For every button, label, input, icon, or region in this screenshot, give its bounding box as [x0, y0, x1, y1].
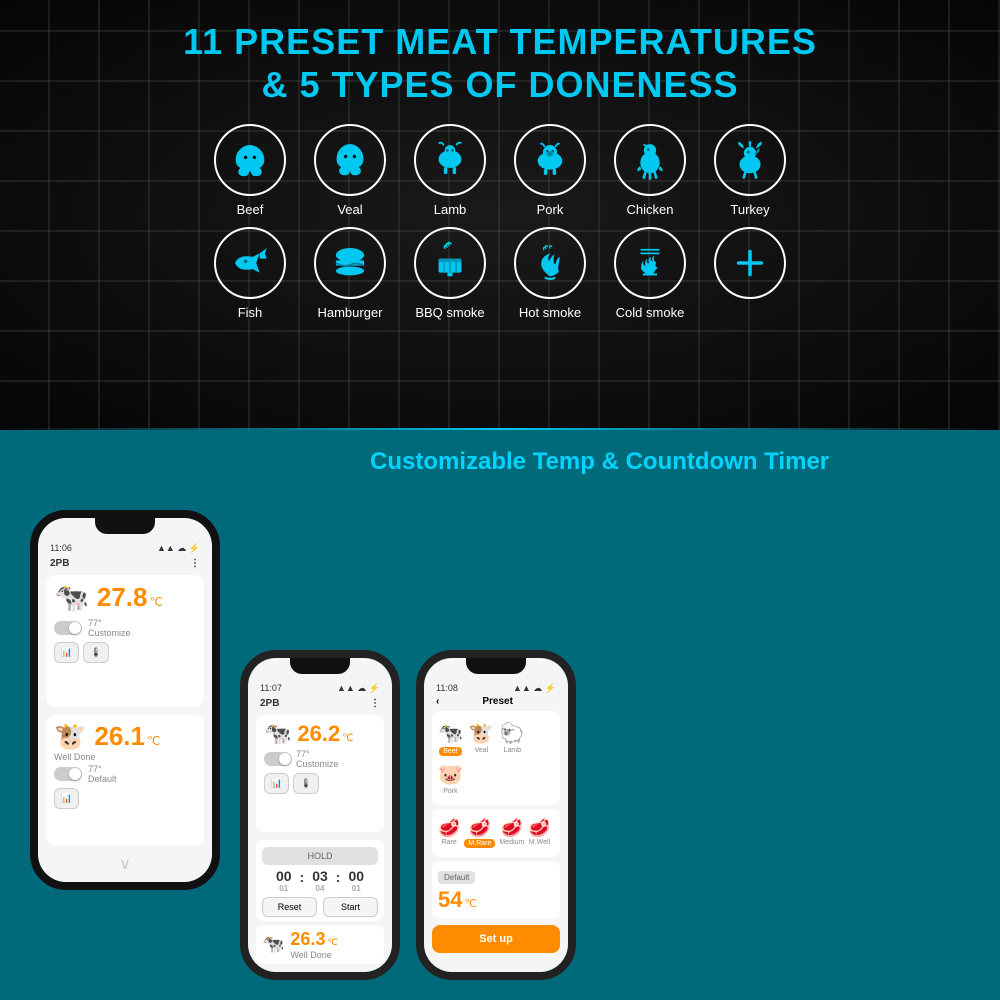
- preset-default: Default 54 ℃: [432, 861, 560, 919]
- phone2-toggle[interactable]: [264, 752, 292, 766]
- phone-2-probe-2: 🐄 26.3 ℃ Well Done: [256, 925, 384, 964]
- phone-1-header: 2PB ⋮: [46, 556, 204, 571]
- hamburger-icon: [328, 241, 372, 285]
- hot-smoke-label: Hot smoke: [519, 305, 581, 320]
- icon-hot-smoke: Hot smoke: [514, 227, 586, 320]
- veal-icon: [328, 138, 372, 182]
- icon-veal: Veal: [314, 124, 386, 217]
- preset-doneness: 🥩 Rare 🥩 M.Rare 🥩 Medium: [432, 809, 560, 857]
- hamburger-label: Hamburger: [317, 305, 382, 320]
- setup-btn[interactable]: Set up: [432, 925, 560, 953]
- phone-3: 11:08 ▲▲ ☁ ⚡ ‹ Preset 🐄 Beef: [416, 650, 576, 980]
- phone-2: 11:07 ▲▲ ☁ ⚡ 2PB ⋮ 🐄 26.2 ℃: [240, 650, 400, 980]
- pork-icon: [528, 138, 572, 182]
- probe-2-chart-btn[interactable]: 📊: [54, 788, 79, 809]
- preset-animals: 🐄 Beef 🐮 Veal 🐑 Lamb: [432, 711, 560, 805]
- pork-label: Pork: [537, 202, 564, 217]
- phone-1-btn-row: 📊 🌡: [54, 642, 196, 663]
- main-title: 11 PRESET MEAT TEMPERATURES & 5 TYPES OF…: [183, 20, 817, 106]
- phone-2-timer: HOLD 00 01 : 03 04 :: [256, 840, 384, 921]
- fish-icon: [228, 241, 272, 285]
- preset-header: ‹ Preset: [432, 696, 560, 707]
- veal-label: Veal: [337, 202, 362, 217]
- doneness-medium[interactable]: 🥩 Medium: [499, 818, 524, 848]
- probe-1-toggle[interactable]: [54, 621, 82, 635]
- preset-lamb[interactable]: 🐑 Lamb: [500, 721, 525, 756]
- custom-label: +: [746, 305, 754, 320]
- preset-veal[interactable]: 🐮 Veal: [469, 721, 494, 756]
- icon-custom: +: [714, 227, 786, 320]
- phone-1-status: 11:06 ▲▲ ☁ ⚡: [46, 540, 204, 556]
- fish-label: Fish: [238, 305, 263, 320]
- beef-icon: [228, 138, 272, 182]
- top-section: 11 PRESET MEAT TEMPERATURES & 5 TYPES OF…: [0, 0, 1000, 430]
- preset-pork[interactable]: 🐷 Pork: [438, 762, 463, 795]
- phone-2-screen: 11:07 ▲▲ ☁ ⚡ 2PB ⋮ 🐄 26.2 ℃: [248, 658, 392, 972]
- icon-lamb: Lamb: [414, 124, 486, 217]
- icon-bbq: BBQ smoke: [414, 227, 486, 320]
- doneness-mwell[interactable]: 🥩 M.Well: [528, 818, 550, 848]
- preset-beef[interactable]: 🐄 Beef: [438, 721, 463, 756]
- phone-2-notch: [290, 658, 350, 674]
- phone2-chart-btn[interactable]: 📊: [264, 773, 289, 794]
- probe-2-toggle[interactable]: [54, 767, 82, 781]
- phone2-temp-btn[interactable]: 🌡: [293, 773, 318, 794]
- icon-turkey: Turkey: [714, 124, 786, 217]
- cold-smoke-label: Cold smoke: [616, 305, 685, 320]
- icon-hamburger: Hamburger: [314, 227, 386, 320]
- start-btn[interactable]: Start: [323, 897, 378, 917]
- phone-1-screen: 11:06 ▲▲ ☁ ⚡ 2PB ⋮ 🐄 27.8 ℃: [38, 518, 212, 882]
- reset-btn[interactable]: Reset: [262, 897, 317, 917]
- phone-3-notch: [466, 658, 526, 674]
- icon-cold-smoke: Cold smoke: [614, 227, 686, 320]
- icons-row-1: Beef Veal: [214, 124, 786, 217]
- turkey-label: Turkey: [730, 202, 769, 217]
- scroll-indicator: ∨: [46, 854, 204, 874]
- chicken-label: Chicken: [627, 202, 674, 217]
- lamb-icon: [428, 138, 472, 182]
- doneness-mrare[interactable]: 🥩 M.Rare: [464, 818, 495, 848]
- icon-beef: Beef: [214, 124, 286, 217]
- bottom-section: Customizable Temp & Countdown Timer 11:0…: [0, 430, 1000, 1000]
- phone-1-probe-2: 🐮 26.1 ℃ Well Done 77° Default 📊: [46, 715, 204, 847]
- bbq-icon: [428, 241, 472, 285]
- hot-smoke-icon: [528, 241, 572, 285]
- plus-icon: [728, 241, 772, 285]
- phone-1: 11:06 ▲▲ ☁ ⚡ 2PB ⋮ 🐄 27.8 ℃: [30, 510, 220, 890]
- cold-smoke-icon: [628, 241, 672, 285]
- bottom-title: Customizable Temp & Countdown Timer: [370, 448, 829, 476]
- bbq-label: BBQ smoke: [415, 305, 484, 320]
- phone-3-screen: 11:08 ▲▲ ☁ ⚡ ‹ Preset 🐄 Beef: [424, 658, 568, 972]
- turkey-icon: [728, 138, 772, 182]
- icons-row-2: Fish Hamburger: [214, 227, 786, 320]
- chicken-icon: [628, 138, 672, 182]
- phone-2-probe-1: 🐄 26.2 ℃ 77° Customize: [256, 715, 384, 832]
- phone-1-notch: [95, 518, 155, 534]
- beef-label: Beef: [237, 202, 264, 217]
- probe-1-chart-btn[interactable]: 📊: [54, 642, 79, 663]
- section-divider: [0, 428, 1000, 430]
- doneness-rare[interactable]: 🥩 Rare: [438, 818, 460, 848]
- icon-fish: Fish: [214, 227, 286, 320]
- icon-chicken: Chicken: [614, 124, 686, 217]
- lamb-label: Lamb: [434, 202, 467, 217]
- icon-pork: Pork: [514, 124, 586, 217]
- phone-1-probe-1: 🐄 27.8 ℃ 77° Customize 📊 🌡: [46, 575, 204, 707]
- probe-1-temp-btn[interactable]: 🌡: [83, 642, 108, 663]
